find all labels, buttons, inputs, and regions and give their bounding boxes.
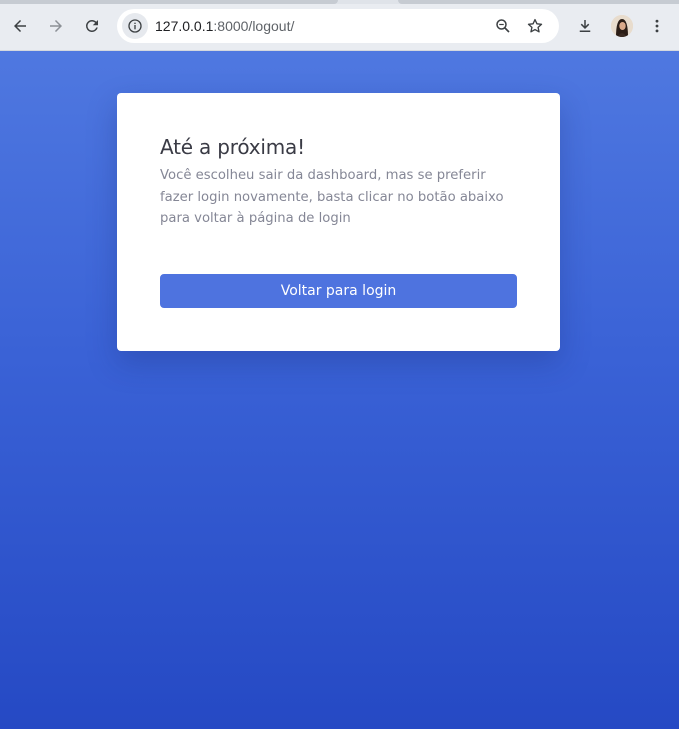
- tab-strip-segment: [0, 0, 338, 4]
- menu-button[interactable]: [641, 10, 673, 42]
- kebab-menu-icon: [655, 19, 659, 33]
- tab-strip: [0, 0, 679, 4]
- bookmark-button[interactable]: [525, 16, 545, 36]
- tab-strip-segment: [398, 0, 679, 4]
- url-path: :8000/logout/: [213, 18, 295, 34]
- download-button[interactable]: [569, 10, 601, 42]
- arrow-right-icon: [50, 20, 62, 32]
- forward-button[interactable]: [40, 10, 72, 42]
- back-to-login-button[interactable]: Voltar para login: [160, 274, 517, 308]
- profile-picture: [611, 15, 633, 37]
- reload-icon: [85, 19, 98, 32]
- logout-card: Até a próxima! Você escolheu sair da das…: [117, 93, 560, 351]
- site-info-button[interactable]: [122, 13, 148, 39]
- back-button[interactable]: [4, 10, 36, 42]
- info-icon: [128, 19, 142, 33]
- card-message: Você escolheu sair da dashboard, mas se …: [160, 168, 504, 226]
- page-background: Até a próxima! Você escolheu sair da das…: [0, 51, 679, 729]
- url-host: 127.0.0.1: [155, 18, 214, 34]
- url-text[interactable]: 127.0.0.1:8000/logout/: [155, 18, 294, 34]
- arrow-left-icon: [14, 20, 26, 32]
- zoom-icon: [496, 19, 510, 33]
- address-bar[interactable]: 127.0.0.1:8000/logout/: [117, 9, 559, 43]
- card-title: Até a próxima!: [160, 135, 305, 159]
- reload-button[interactable]: [76, 10, 108, 42]
- download-icon: [579, 20, 591, 32]
- zoom-button[interactable]: [493, 16, 513, 36]
- star-icon: [527, 18, 543, 33]
- avatar[interactable]: [611, 15, 633, 37]
- browser-toolbar: 127.0.0.1:8000/logout/: [0, 0, 679, 51]
